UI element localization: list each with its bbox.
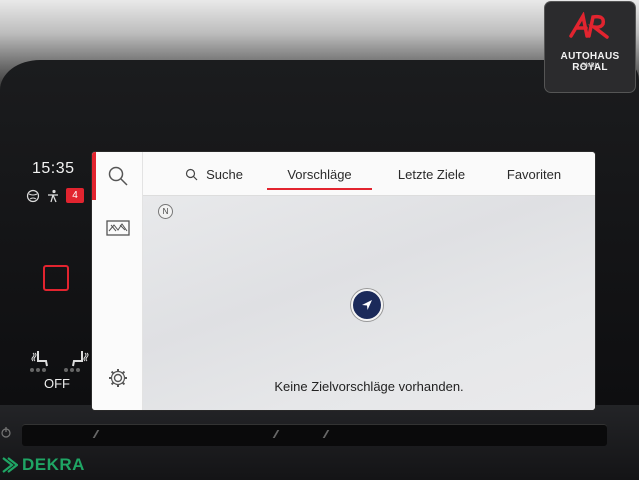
tab-label: Letzte Ziele — [397, 166, 466, 182]
status-row: 4 — [26, 188, 84, 203]
map-area[interactable]: N Keine Zielvorschläge vorhanden. — [143, 196, 595, 410]
tab-label: Vorschläge — [287, 166, 352, 182]
side-menu — [92, 152, 143, 410]
notification-badge[interactable]: 4 — [66, 188, 84, 203]
tab-favorites[interactable]: Favoriten — [485, 152, 583, 196]
seat-heating-row — [30, 347, 90, 369]
tab-label: Suche — [206, 166, 243, 182]
side-map-view-button[interactable] — [100, 210, 136, 246]
globe-icon — [26, 189, 40, 202]
tab-recent-destinations[interactable]: Letzte Ziele — [379, 152, 484, 196]
logo-title: AUTOHAUS ROYAL — [560, 51, 620, 73]
logo-mark-icon — [569, 12, 609, 39]
active-tab-underline — [267, 188, 372, 190]
navigation-screen: Suche Vorschläge Letzte Ziele Favoriten … — [92, 152, 595, 410]
power-icon[interactable] — [0, 426, 12, 438]
seat-heating-status: OFF — [44, 376, 70, 391]
heating-level-dots — [30, 368, 46, 372]
tab-suggestions[interactable]: Vorschläge — [267, 152, 372, 196]
logo-subtitle: GMBH — [581, 63, 599, 69]
side-search-button[interactable] — [100, 158, 136, 194]
dekra-label: DEKRA — [22, 455, 85, 474]
air-vent-bar — [22, 424, 607, 446]
passenger-airbag-icon — [48, 189, 58, 202]
side-settings-button[interactable] — [100, 360, 136, 396]
heating-level-dots — [64, 368, 80, 372]
gear-icon — [109, 369, 127, 387]
current-position-marker[interactable] — [351, 289, 383, 321]
hazard-button[interactable] — [43, 265, 69, 291]
navigation-arrow-icon — [362, 300, 372, 310]
empty-state-message: Keine Zielvorschläge vorhanden. — [274, 379, 464, 394]
map-view-icon — [106, 220, 130, 236]
seat-heating-left-icon[interactable] — [30, 347, 52, 369]
compass-icon[interactable]: N — [158, 204, 173, 219]
seat-heating-right-icon[interactable] — [68, 347, 90, 369]
heating-level-row — [30, 368, 80, 372]
search-icon — [108, 166, 128, 186]
tab-label: Favoriten — [506, 166, 562, 182]
dekra-arrow-icon — [2, 457, 18, 473]
dekra-watermark: DEKRA — [2, 455, 85, 475]
tab-bar: Suche Vorschläge Letzte Ziele Favoriten — [143, 152, 595, 196]
clock: 15:35 — [32, 160, 75, 177]
dealer-logo: AUTOHAUS ROYAL GMBH — [545, 2, 635, 92]
tab-search[interactable]: Suche — [179, 152, 249, 196]
search-icon — [185, 168, 198, 180]
active-indicator — [92, 152, 96, 200]
